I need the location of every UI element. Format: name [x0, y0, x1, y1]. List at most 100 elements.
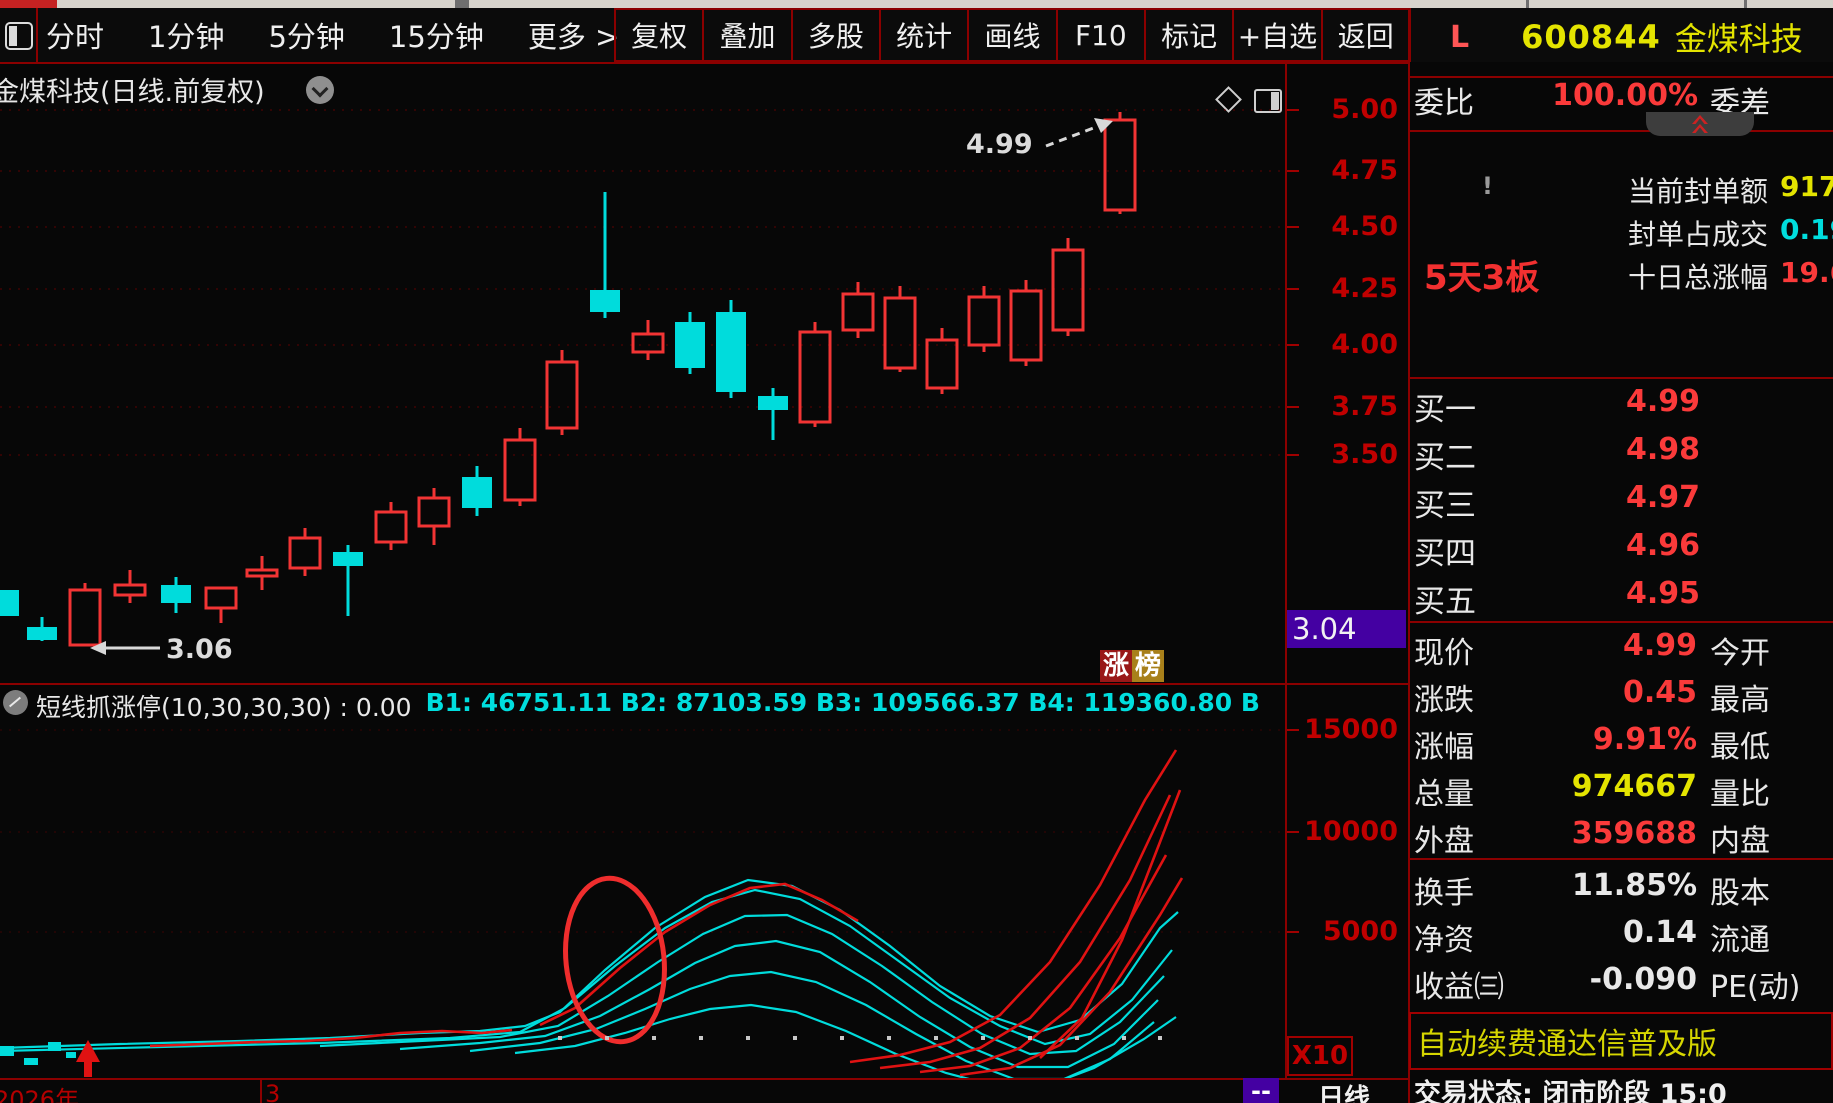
stock-code: 600844	[1521, 18, 1661, 56]
f10-button[interactable]: F10	[1055, 8, 1146, 62]
back-button[interactable]: 返回	[1320, 8, 1411, 62]
multiplier-tag: X10	[1287, 1036, 1353, 1076]
candle	[245, 556, 279, 590]
info-value: 0.14	[1622, 915, 1697, 950]
quote-label2: 量比	[1710, 777, 1770, 812]
axis-tick	[1285, 288, 1299, 290]
candle	[333, 545, 363, 616]
candle	[161, 577, 191, 613]
fan-line-cyan	[0, 888, 1173, 1053]
axis-label: 15000	[1304, 714, 1398, 745]
quote-value: 359688	[1571, 816, 1697, 851]
candle	[883, 286, 917, 372]
bid-row-1: 买一 4.99	[1408, 384, 1833, 432]
quote-value: 4.99	[1622, 628, 1697, 663]
candle	[545, 350, 579, 435]
quote-label: 总量	[1414, 777, 1474, 812]
bid-label: 买三	[1414, 488, 1476, 524]
quote-label2: 最高	[1710, 683, 1770, 718]
indicator-chart	[0, 729, 1283, 1078]
quote-value: 9.91%	[1592, 722, 1697, 757]
divider	[1408, 858, 1833, 860]
indicator-axis: 15000 10000 5000	[1285, 683, 1406, 1078]
menu-item-more[interactable]: 更多 >	[528, 14, 620, 56]
axis-tick	[1285, 109, 1299, 111]
candle	[841, 282, 875, 338]
axis-label: 4.25	[1331, 273, 1398, 304]
stock-name: 金煤科技	[1674, 20, 1803, 58]
stat-value: 917	[1780, 170, 1833, 203]
quote-label: 外盘	[1414, 824, 1474, 859]
badge-char: 榜	[1132, 650, 1165, 682]
axis-tick	[1285, 831, 1299, 833]
bid-label: 买四	[1414, 536, 1476, 572]
quote-value: 974667	[1571, 769, 1697, 804]
multi-stock-button[interactable]: 多股	[790, 8, 881, 62]
bid-label: 买五	[1414, 584, 1476, 620]
candle	[925, 328, 959, 394]
quote-value: 0.45	[1622, 675, 1697, 710]
strip-mark	[1744, 0, 1747, 8]
stat-label: 当前封单额	[1627, 175, 1768, 208]
bid-row-3: 买三 4.97	[1408, 480, 1833, 528]
info-value: 11.85%	[1572, 868, 1697, 903]
candle	[417, 488, 451, 545]
mark-button[interactable]: 标记	[1143, 8, 1235, 62]
axis-tick	[1285, 931, 1299, 933]
quote-label2: 今开	[1710, 636, 1770, 671]
bottom-bar: 2026年 3 -- 日线	[0, 1077, 1408, 1103]
stat-label: 十日总涨幅	[1627, 261, 1768, 294]
collapse-handle[interactable]	[1646, 112, 1754, 136]
axis-year-label: 2026年	[0, 1086, 80, 1103]
candle	[798, 322, 832, 427]
candle	[204, 586, 238, 623]
promo-banner[interactable]: 自动续费通达信普及版	[1409, 1012, 1833, 1070]
strip-mark	[455, 0, 469, 8]
candlestick-chart: 3.06 4.99	[0, 109, 1283, 665]
bid-price: 4.95	[1625, 576, 1700, 611]
zhangbang-badge[interactable]: 涨 榜	[1100, 650, 1165, 682]
promo-text: 自动续费通达信普及版	[1417, 1027, 1717, 1062]
quote-row-volume: 总量 974667 量比	[1408, 769, 1833, 815]
axis-month-label: 3	[265, 1080, 281, 1103]
axis-tick	[1285, 406, 1299, 408]
axis-label: 5.00	[1331, 94, 1398, 125]
draw-line-button[interactable]: 画线	[967, 8, 1058, 62]
axis-tick	[1285, 226, 1299, 228]
add-watchlist-button[interactable]: +自选	[1232, 8, 1323, 62]
quote-label: 涨幅	[1414, 730, 1474, 765]
info-label2: PE(动)	[1710, 970, 1801, 1005]
axis-label: 4.50	[1331, 211, 1398, 242]
low-annotation-label: 3.06	[166, 634, 233, 665]
axis-label: 4.75	[1331, 155, 1398, 186]
candle	[675, 312, 705, 374]
fuquan-button[interactable]: 复权	[614, 8, 705, 62]
axis-label: 3.50	[1331, 439, 1398, 470]
bid-row-5: 买五 4.95	[1408, 576, 1833, 624]
chevron-up-icon	[1692, 124, 1708, 133]
stat-label: 封单占成交	[1627, 218, 1768, 251]
bid-row-4: 买四 4.96	[1408, 528, 1833, 576]
info-value: -0.090	[1589, 962, 1697, 997]
high-annotation-label: 4.99	[966, 129, 1033, 160]
quote-label2: 内盘	[1710, 824, 1770, 859]
trading-status: 交易状态: 闭市阶段 15:0	[1414, 1079, 1727, 1103]
overlay-button[interactable]: 叠加	[702, 8, 793, 62]
bid-label: 买一	[1414, 392, 1476, 428]
quote-row-outer: 外盘 359688 内盘	[1408, 816, 1833, 862]
menu-item-fenshi[interactable]: 分时	[46, 14, 104, 56]
low-annotation: 3.06	[90, 634, 233, 665]
alert-icon: !	[1482, 172, 1493, 200]
period-selector[interactable]: 日线	[1318, 1078, 1370, 1103]
layout-toggle-icon[interactable]	[5, 22, 33, 50]
candle	[0, 590, 19, 616]
divider	[1285, 62, 1287, 1080]
candle	[68, 583, 102, 647]
window-top-strip	[0, 0, 1833, 8]
menu-item-15min[interactable]: 15分钟	[389, 14, 484, 56]
menu-item-1min[interactable]: 1分钟	[148, 14, 224, 56]
high-annotation: 4.99	[966, 118, 1113, 160]
statistics-button[interactable]: 统计	[878, 8, 970, 62]
quote-row-price: 现价 4.99 今开	[1408, 628, 1833, 674]
menu-item-5min[interactable]: 5分钟	[268, 14, 344, 56]
